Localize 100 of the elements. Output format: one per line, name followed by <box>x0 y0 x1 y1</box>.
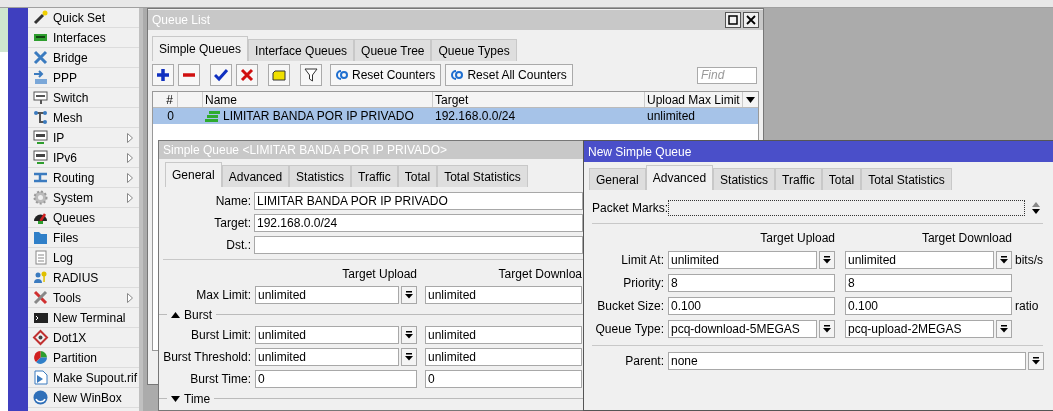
input-field[interactable]: pcq-download-5MEGAS <box>668 320 817 338</box>
tab[interactable]: Interface Queues <box>248 39 355 61</box>
menu-item[interactable]: Log <box>28 248 139 268</box>
menu-item[interactable]: Switch <box>28 88 139 108</box>
remove-button[interactable] <box>178 64 200 86</box>
dropdown-button[interactable] <box>819 251 835 269</box>
tab[interactable]: General <box>589 168 646 190</box>
menu-item[interactable]: IP <box>28 128 139 148</box>
column-header[interactable]: # <box>153 92 178 107</box>
input-field[interactable] <box>668 199 1025 216</box>
tab[interactable]: Total Statistics <box>861 168 952 190</box>
menu-item[interactable]: New WinBox <box>28 388 139 408</box>
caret-icon <box>823 325 831 333</box>
tab[interactable]: Traffic <box>775 168 822 190</box>
column-header[interactable]: Upload Max Limit <box>645 92 743 107</box>
tab[interactable]: Statistics <box>289 165 352 187</box>
filter-button[interactable] <box>300 64 322 86</box>
bars-icon <box>205 110 220 122</box>
input-field[interactable]: 8 <box>668 274 835 292</box>
input-field[interactable]: 192.168.0.0/24 <box>254 214 583 232</box>
menu-item[interactable]: Make Supout.rif <box>28 368 139 388</box>
reset-button[interactable]: Reset Counters <box>330 64 442 86</box>
column-header[interactable]: Target <box>433 92 645 107</box>
menu-item[interactable]: Dot1X <box>28 328 139 348</box>
tab[interactable]: Advanced <box>221 165 290 187</box>
input-field[interactable]: 0 <box>255 370 417 388</box>
input-field[interactable]: unlimited <box>255 326 399 344</box>
menu-item[interactable]: System <box>28 188 139 208</box>
find-field[interactable]: Find <box>697 66 757 84</box>
input-field[interactable]: none <box>668 352 1026 370</box>
dropdown-button[interactable] <box>401 348 417 366</box>
tab[interactable]: General <box>165 162 222 187</box>
close-button[interactable] <box>743 12 759 28</box>
tab[interactable]: Queue Types <box>431 39 517 61</box>
menu-item[interactable]: PPP <box>28 68 139 88</box>
enable-button[interactable] <box>210 64 232 86</box>
nodes-icon <box>32 109 49 126</box>
caret-icon <box>745 96 755 103</box>
column-header: Target Upload <box>759 230 835 247</box>
table-row[interactable]: 0 LIMITAR BANDA POR IP PRIVADO 192.168.0.0/24 unlimited <box>153 108 758 124</box>
menu-item[interactable]: Queues <box>28 208 139 228</box>
input-field[interactable]: unlimited <box>668 251 817 269</box>
input-field[interactable]: 8 <box>845 274 1012 292</box>
filter-icon <box>304 68 318 82</box>
tab[interactable]: Statistics <box>713 168 776 190</box>
menu-item[interactable]: Interfaces <box>28 28 139 48</box>
tab[interactable]: Simple Queues <box>152 36 249 61</box>
document-icon <box>32 249 49 266</box>
input-field[interactable]: 0.100 <box>845 297 1012 315</box>
input-field[interactable]: unlimited <box>425 326 582 344</box>
dropdown-button[interactable] <box>401 326 417 344</box>
dropdown-button[interactable] <box>819 320 835 338</box>
caret-icon <box>1000 325 1008 333</box>
tab[interactable]: Queue Tree <box>354 39 432 61</box>
tab[interactable]: Total <box>397 165 438 187</box>
file-icon <box>32 369 49 386</box>
field-label: Priority: <box>622 275 664 292</box>
dropdown-button[interactable] <box>1028 352 1044 370</box>
comment-button[interactable] <box>268 64 290 86</box>
menu-item[interactable]: Partition <box>28 348 139 368</box>
input-field[interactable]: unlimited <box>255 286 399 304</box>
add-button[interactable] <box>152 64 174 86</box>
dropdown-button[interactable] <box>401 286 417 304</box>
x-icon <box>240 68 254 82</box>
tab[interactable]: Traffic <box>351 165 398 187</box>
section-toggle[interactable]: Burst <box>171 305 212 324</box>
menu-item[interactable]: Quick Set <box>28 8 139 28</box>
menu-item[interactable]: Routing <box>28 168 139 188</box>
input-field[interactable]: unlimited <box>255 348 399 366</box>
input-field[interactable]: unlimited <box>845 251 994 269</box>
menu-item[interactable]: Tools <box>28 288 139 308</box>
menu-item[interactable]: New Terminal <box>28 308 139 328</box>
tab[interactable]: Advanced <box>645 165 714 190</box>
menu-item[interactable]: Files <box>28 228 139 248</box>
section-toggle[interactable]: Time <box>171 389 211 408</box>
field-label: Burst Time: <box>189 371 251 388</box>
unit-label: bits/s <box>1015 252 1043 269</box>
column-header[interactable]: Name <box>203 92 433 107</box>
window-title: New Simple Queue <box>588 143 693 161</box>
input-field[interactable]: LIMITAR BANDA POR IP PRIVADO <box>254 192 583 210</box>
input-field[interactable]: 0 <box>425 370 582 388</box>
menu-item[interactable]: Mesh <box>28 108 139 128</box>
monitor-icon <box>32 129 49 146</box>
input-field[interactable]: unlimited <box>425 286 582 304</box>
input-field[interactable]: unlimited <box>425 348 582 366</box>
menu-item[interactable]: IPv6 <box>28 148 139 168</box>
menu-item[interactable]: Bridge <box>28 48 139 68</box>
input-field[interactable] <box>254 236 583 254</box>
field-label: Parent: <box>624 353 664 370</box>
tab[interactable]: Total <box>821 168 862 190</box>
user-key-icon <box>32 269 49 286</box>
reset-button[interactable]: Reset All Counters <box>445 64 573 86</box>
input-field[interactable]: 0.100 <box>668 297 835 315</box>
menu-item[interactable]: RADIUS <box>28 268 139 288</box>
maximize-button[interactable] <box>725 12 741 28</box>
input-field[interactable]: pcq-upload-2MEGAS <box>845 320 994 338</box>
dropdown-button[interactable] <box>996 320 1012 338</box>
disable-button[interactable] <box>236 64 258 86</box>
tab[interactable]: Total Statistics <box>437 165 528 187</box>
dropdown-button[interactable] <box>996 251 1012 269</box>
